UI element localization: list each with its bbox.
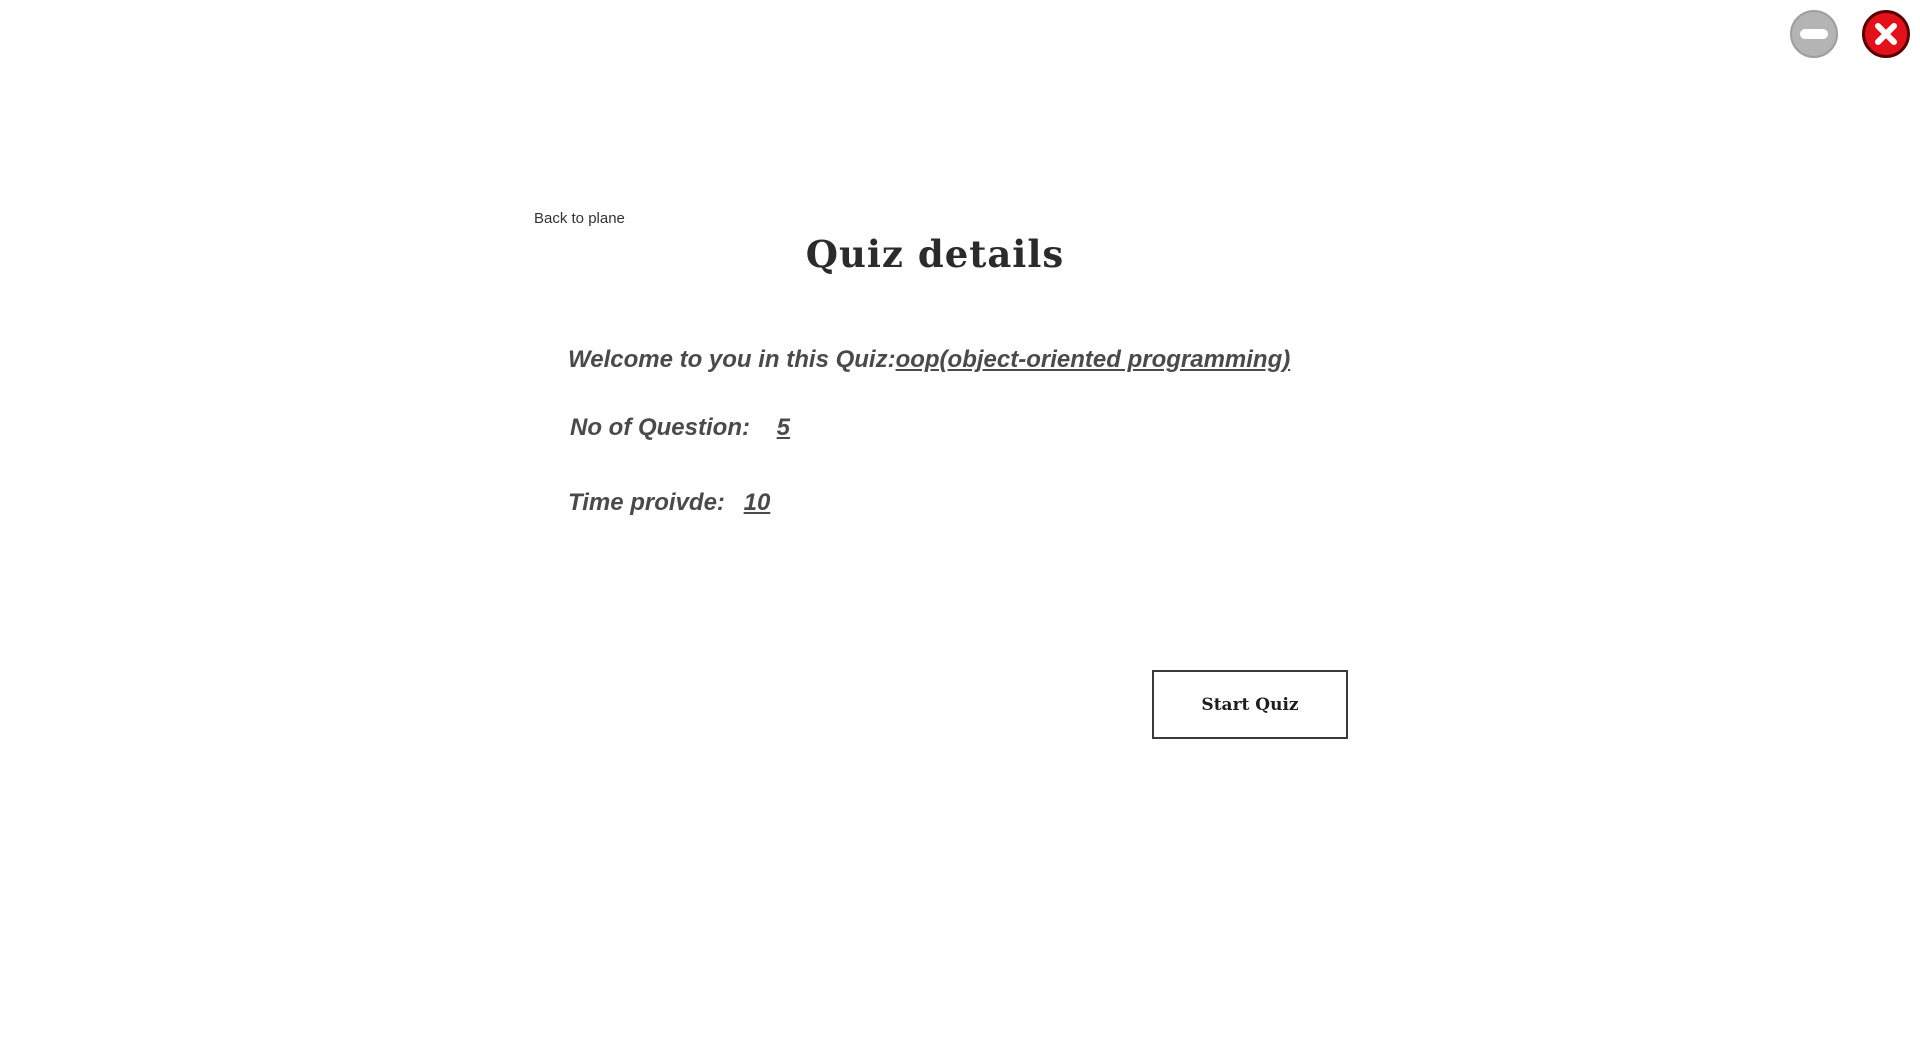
minimize-button[interactable]	[1790, 10, 1838, 58]
time-provided-line: Time proivde: 10	[568, 489, 770, 517]
question-count-line: No of Question: 5	[570, 414, 790, 442]
quiz-details-page: Back to plane Quiz details Welcome to yo…	[0, 0, 1920, 1057]
close-button[interactable]	[1862, 10, 1910, 58]
question-count-label: No of Question:	[570, 414, 750, 441]
welcome-line: Welcome to you in this Quiz:oop(object-o…	[568, 346, 1290, 374]
page-title: Quiz details	[805, 232, 1065, 276]
start-quiz-button[interactable]: Start Quiz	[1152, 670, 1348, 739]
time-provided-value: 10	[743, 489, 771, 516]
close-icon	[1875, 23, 1897, 45]
time-provided-label: Time proivde:	[568, 489, 725, 516]
minimize-icon	[1800, 29, 1828, 39]
quiz-name-value: oop(object-oriented programming)	[895, 346, 1291, 373]
question-count-value: 5	[776, 414, 791, 441]
back-to-plane-link[interactable]: Back to plane	[534, 210, 625, 227]
welcome-label: Welcome to you in this Quiz:	[568, 346, 896, 373]
